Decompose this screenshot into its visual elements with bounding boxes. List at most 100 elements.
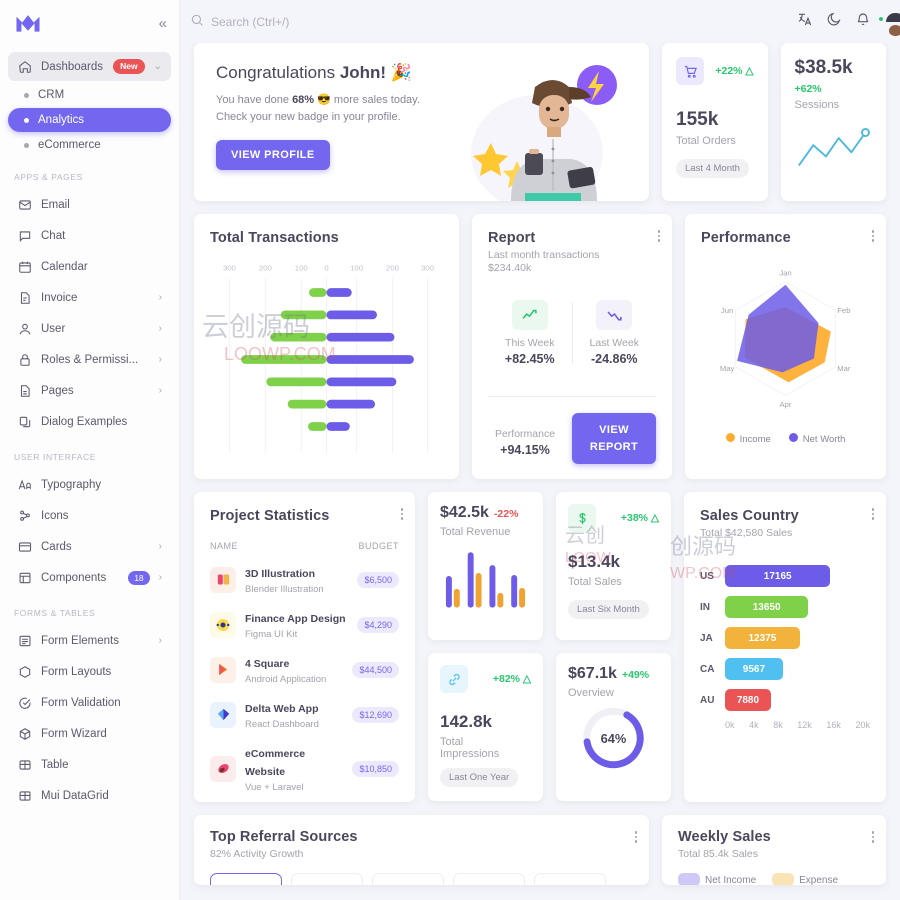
sidebar-item-mui-datagrid[interactable]: Mui DataGrid bbox=[8, 781, 171, 810]
sidebar-item-crm[interactable]: CRM bbox=[8, 83, 171, 107]
sidebar-item-dialog-examples[interactable]: Dialog Examples bbox=[8, 407, 171, 436]
column-name: NAME bbox=[210, 541, 239, 552]
referral-tile-5[interactable] bbox=[534, 873, 606, 886]
sidebar-item-label: Chat bbox=[41, 229, 66, 242]
search-input[interactable]: Search (Ctrl+/) bbox=[190, 13, 789, 30]
project-budget: $6,500 bbox=[357, 571, 399, 588]
sidebar-item-label: Analytics bbox=[38, 114, 85, 127]
bullet-icon bbox=[24, 117, 29, 123]
svg-text:Feb: Feb bbox=[837, 307, 850, 316]
sidebar-item-label: Invoice bbox=[41, 291, 78, 304]
congrats-illustration bbox=[471, 65, 617, 202]
country-row-au: AU 7880 bbox=[700, 689, 870, 712]
sidebar-item-analytics[interactable]: Analytics bbox=[8, 108, 171, 133]
sidebar-item-ecommerce[interactable]: eCommerce bbox=[8, 133, 171, 157]
table-row[interactable]: Delta Web App React Dashboard $12,690 bbox=[210, 692, 399, 737]
chevron-down-icon: ⌄ bbox=[153, 61, 162, 73]
view-profile-button[interactable]: VIEW PROFILE bbox=[216, 140, 330, 171]
sidebar-header: « bbox=[0, 0, 179, 46]
sidebar-item-table[interactable]: Table bbox=[8, 750, 171, 779]
bell-icon[interactable] bbox=[855, 11, 871, 32]
topbar: Search (Ctrl+/) bbox=[180, 0, 900, 43]
trend-down-icon bbox=[596, 300, 633, 331]
table-row[interactable]: eCommerce Website Vue + Laravel $10,850 bbox=[210, 737, 399, 800]
sidebar-item-label: Form Layouts bbox=[41, 665, 112, 678]
mini-cards-left: $42.5k -22% Total Revenue +82% △ 142.8k … bbox=[428, 492, 543, 802]
sidebar-item-roles-permissions[interactable]: Roles & Permissi... › bbox=[8, 345, 171, 374]
moon-icon[interactable] bbox=[826, 11, 842, 32]
sidebar-item-calendar[interactable]: Calendar bbox=[8, 252, 171, 281]
referral-tile-1[interactable] bbox=[210, 873, 282, 886]
orders-period-chip: Last 4 Month bbox=[676, 159, 749, 179]
sidebar-item-form-layouts[interactable]: Form Layouts bbox=[8, 657, 171, 686]
sidebar-item-pages[interactable]: Pages › bbox=[8, 376, 171, 405]
weekly-sales-card: Weekly Sales Total 85.4k Sales Net Incom… bbox=[662, 815, 886, 886]
overview-donut-chart: 64% bbox=[583, 708, 644, 769]
sidebar-item-icons[interactable]: Icons bbox=[8, 501, 171, 530]
country-code: AU bbox=[700, 694, 715, 706]
country-code: JA bbox=[700, 632, 713, 644]
referral-tile-4[interactable] bbox=[453, 873, 525, 886]
total-sales-card: +38% △ $13.4k Total Sales Last Six Month… bbox=[556, 492, 671, 641]
search-placeholder: Search (Ctrl+/) bbox=[211, 14, 290, 29]
referral-tiles bbox=[210, 873, 633, 886]
sidebar-collapse-icon[interactable]: « bbox=[159, 16, 167, 31]
dashboard-content: Congratulations John! 🎉 You have done 68… bbox=[180, 43, 900, 900]
react-icon bbox=[210, 701, 236, 728]
sidebar-item-cards[interactable]: Cards › bbox=[8, 532, 171, 561]
sidebar-item-label: CRM bbox=[38, 89, 65, 102]
sidebar-item-typography[interactable]: Typography bbox=[8, 470, 171, 499]
country-row-ca: CA 9567 bbox=[700, 658, 870, 681]
sidebar-item-form-wizard[interactable]: Form Wizard bbox=[8, 719, 171, 748]
table-row[interactable]: Finance App Design Figma UI Kit $4,290 bbox=[210, 602, 399, 647]
sidebar-item-components[interactable]: Components 18 › bbox=[8, 563, 171, 592]
report-menu-icon[interactable] bbox=[657, 228, 660, 244]
brand-logo-icon[interactable] bbox=[14, 11, 42, 35]
chevron-right-icon: › bbox=[158, 572, 162, 584]
country-axis: 0k 4k 8k 12k 16k 20k bbox=[725, 720, 870, 731]
ecommerce-icon bbox=[210, 755, 236, 782]
referral-menu-icon[interactable] bbox=[634, 829, 637, 845]
sidebar-item-label: Form Wizard bbox=[41, 727, 107, 740]
user-icon bbox=[17, 321, 32, 336]
view-report-button[interactable]: VIEW REPORT bbox=[572, 413, 656, 465]
report-this-week: This Week +82.45% bbox=[488, 300, 572, 366]
new-badge: New bbox=[113, 59, 145, 75]
cube-icon bbox=[17, 726, 32, 741]
project-menu-icon[interactable] bbox=[400, 506, 403, 522]
sidebar-item-chat[interactable]: Chat bbox=[8, 221, 171, 250]
sidebar-item-label: Mui DataGrid bbox=[41, 789, 109, 802]
country-subtitle: Total $42,580 Sales bbox=[700, 527, 793, 540]
sidebar-item-form-elements[interactable]: Form Elements › bbox=[8, 626, 171, 655]
svg-text:300: 300 bbox=[421, 264, 434, 273]
table-row[interactable]: 3D Illustration Blender Illustration $6,5… bbox=[210, 557, 399, 602]
row-statistics: Project Statistics NAME BUDGET 3D Illust… bbox=[194, 492, 886, 803]
sidebar-item-form-validation[interactable]: Form Validation bbox=[8, 688, 171, 717]
sidebar-item-dashboards[interactable]: Dashboards New ⌄ bbox=[8, 52, 171, 82]
sales-label: Total Sales bbox=[568, 576, 622, 589]
sidebar-item-email[interactable]: Email bbox=[8, 190, 171, 219]
components-icon bbox=[17, 570, 32, 585]
impressions-period-chip: Last One Year bbox=[440, 768, 519, 788]
performance-menu-icon[interactable] bbox=[871, 228, 874, 244]
country-menu-icon[interactable] bbox=[871, 506, 874, 522]
weekly-menu-icon[interactable] bbox=[871, 829, 874, 845]
translate-icon[interactable] bbox=[797, 11, 813, 32]
referral-tile-3[interactable] bbox=[372, 873, 444, 886]
sidebar-item-user[interactable]: User › bbox=[8, 314, 171, 343]
svg-text:100: 100 bbox=[295, 264, 308, 273]
sidebar-item-label: Email bbox=[41, 198, 70, 211]
sidebar-item-label: Table bbox=[41, 758, 69, 771]
sidebar-nav: Dashboards New ⌄ CRM Analytics eCommerce… bbox=[0, 46, 179, 810]
card-title: Top Referral Sources bbox=[210, 829, 358, 846]
project-budget: $12,690 bbox=[352, 706, 399, 723]
sidebar-group-label: USER INTERFACE bbox=[14, 452, 97, 463]
sessions-sparkline-chart bbox=[797, 128, 870, 167]
orders-label: Total Orders bbox=[676, 135, 736, 148]
project-table-header: NAME BUDGET bbox=[210, 541, 399, 557]
legend-expense: Expense bbox=[772, 873, 838, 886]
sidebar-item-invoice[interactable]: Invoice › bbox=[8, 283, 171, 312]
referral-tile-2[interactable] bbox=[291, 873, 363, 886]
project-desc: Vue + Laravel bbox=[245, 782, 304, 794]
table-row[interactable]: 4 Square Android Application $44,500 bbox=[210, 647, 399, 692]
